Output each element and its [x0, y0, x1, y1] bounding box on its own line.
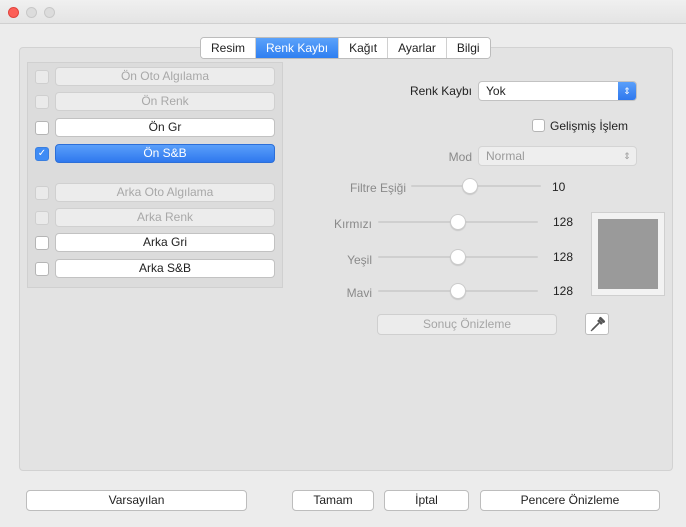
blue-label: Mavi	[346, 286, 372, 300]
blue-value: 128	[553, 284, 574, 298]
list-item: ✓ Ön S&B	[35, 144, 275, 163]
advanced-processing-checkbox[interactable]	[532, 119, 545, 132]
slider-knob[interactable]	[450, 214, 466, 230]
updown-arrows-icon: ⇕	[623, 151, 631, 161]
back-color-button[interactable]: Arka Renk	[55, 208, 275, 227]
list-item: Ön Gr	[35, 118, 275, 137]
threshold-label: Filtre Eşiği	[349, 181, 406, 195]
green-slider[interactable]	[378, 249, 538, 265]
cancel-button[interactable]: İptal	[384, 490, 469, 511]
updown-arrows-icon: ⇕	[618, 82, 636, 100]
dropout-label: Renk Kaybı	[409, 84, 472, 98]
threshold-slider[interactable]	[411, 178, 541, 194]
slider-knob[interactable]	[462, 178, 478, 194]
front-bw-checkbox[interactable]: ✓	[35, 146, 49, 161]
list-item: Ön Oto Algılama	[35, 67, 275, 86]
back-color-checkbox[interactable]	[35, 210, 49, 225]
red-label: Kırmızı	[334, 217, 372, 231]
threshold-value: 10	[552, 180, 566, 194]
tab-kagit[interactable]: Kağıt	[339, 38, 389, 58]
window-preview-button[interactable]: Pencere Önizleme	[480, 490, 660, 511]
eyedropper-icon	[590, 317, 605, 332]
back-bw-button[interactable]: Arka S&B	[55, 259, 275, 278]
red-value: 128	[553, 215, 574, 229]
back-gray-checkbox[interactable]	[35, 235, 49, 250]
result-preview-button[interactable]: Sonuç Önizleme	[377, 314, 557, 335]
list-item: Arka Oto Algılama	[35, 183, 275, 202]
close-icon[interactable]	[8, 7, 19, 18]
mode-select-value: Normal	[486, 149, 525, 163]
front-gray-checkbox[interactable]	[35, 120, 49, 135]
list-item: Arka Gri	[35, 233, 275, 252]
back-bw-checkbox[interactable]	[35, 261, 49, 276]
back-auto-detect-button[interactable]: Arka Oto Algılama	[55, 183, 275, 202]
dropout-select[interactable]: Yok ⇕	[478, 81, 637, 101]
slider-knob[interactable]	[450, 283, 466, 299]
ok-button[interactable]: Tamam	[292, 490, 374, 511]
back-auto-detect-checkbox[interactable]	[35, 185, 49, 200]
checkmark-icon: ✓	[37, 147, 47, 159]
color-preview-swatch	[591, 212, 665, 296]
list-item: Arka S&B	[35, 259, 275, 278]
title-bar	[0, 0, 686, 24]
slider-knob[interactable]	[450, 249, 466, 265]
minimize-icon[interactable]	[26, 7, 37, 18]
zoom-icon[interactable]	[44, 7, 55, 18]
front-gray-button[interactable]: Ön Gr	[55, 118, 275, 137]
color-preview-fill	[598, 219, 658, 289]
tab-bar: Resim Renk Kaybı Kağıt Ayarlar Bilgi	[200, 37, 491, 59]
front-color-checkbox[interactable]	[35, 94, 49, 109]
tab-renk-kaybi[interactable]: Renk Kaybı	[256, 38, 340, 58]
front-auto-detect-checkbox[interactable]	[35, 69, 49, 84]
mode-label: Mod	[448, 150, 472, 164]
blue-slider[interactable]	[378, 283, 538, 299]
defaults-button[interactable]: Varsayılan	[26, 490, 247, 511]
front-auto-detect-button[interactable]: Ön Oto Algılama	[55, 67, 275, 86]
tab-ayarlar[interactable]: Ayarlar	[388, 38, 447, 58]
dropout-select-value: Yok	[486, 84, 506, 98]
mode-select[interactable]: Normal ⇕	[478, 146, 637, 166]
green-value: 128	[553, 250, 574, 264]
tab-bilgi[interactable]: Bilgi	[446, 38, 490, 58]
front-bw-button[interactable]: Ön S&B	[55, 144, 275, 163]
advanced-processing-label: Gelişmiş İşlem	[550, 119, 629, 133]
green-label: Yeşil	[347, 253, 372, 267]
list-item: Ön Renk	[35, 92, 275, 111]
red-slider[interactable]	[378, 214, 538, 230]
front-color-button[interactable]: Ön Renk	[55, 92, 275, 111]
tab-resim[interactable]: Resim	[201, 38, 257, 58]
eyedropper-button[interactable]	[585, 313, 609, 335]
list-item: Arka Renk	[35, 208, 275, 227]
back-gray-button[interactable]: Arka Gri	[55, 233, 275, 252]
